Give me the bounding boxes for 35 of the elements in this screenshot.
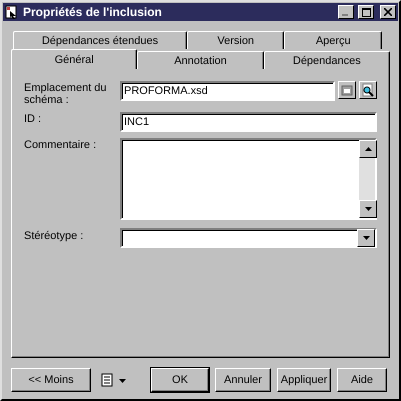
app-icon — [5, 5, 19, 19]
tab[interactable]: Général — [11, 49, 138, 69]
dialog-button[interactable]: Appliquer — [277, 368, 331, 392]
search-button[interactable] — [359, 81, 377, 99]
dialog-button[interactable]: OK — [151, 368, 209, 392]
tab[interactable]: Dépendances — [264, 51, 390, 69]
tab[interactable]: Aperçu — [284, 31, 382, 49]
dialog-button[interactable]: << Moins — [11, 368, 91, 392]
dropdown-icon — [362, 236, 370, 240]
minimize-button[interactable] — [338, 5, 354, 19]
tab[interactable]: Annotation — [137, 51, 264, 69]
input-field[interactable]: INC1 — [120, 112, 377, 132]
tab[interactable]: Dépendances étendues — [13, 31, 187, 49]
close-button[interactable] — [380, 5, 396, 19]
stereotype-dropdown[interactable] — [120, 228, 377, 248]
properties-icon — [341, 84, 353, 96]
scroll-down-icon — [364, 207, 372, 211]
dialog-button[interactable]: Annuler — [215, 368, 271, 392]
field-label: Stéréotype : — [24, 229, 84, 242]
tab[interactable]: Version — [186, 31, 284, 49]
list-menu-icon[interactable] — [101, 373, 129, 387]
maximize-icon — [362, 8, 370, 16]
dialog-button[interactable]: Aide — [337, 368, 387, 392]
input-field[interactable]: PROFORMA.xsd — [120, 81, 335, 101]
scrollbar[interactable] — [359, 140, 375, 218]
close-icon — [384, 8, 392, 16]
field-label: ID : — [24, 112, 42, 127]
search-icon — [361, 83, 375, 97]
properties-button[interactable] — [338, 81, 356, 99]
field-label: Emplacement du schéma : — [24, 81, 108, 106]
comment-area[interactable] — [120, 138, 377, 220]
field-label: Commentaire : — [24, 138, 98, 153]
maximize-button[interactable] — [358, 5, 374, 19]
window-title: Propriétés de l'inclusion — [23, 5, 163, 19]
scroll-up-icon — [364, 147, 372, 151]
